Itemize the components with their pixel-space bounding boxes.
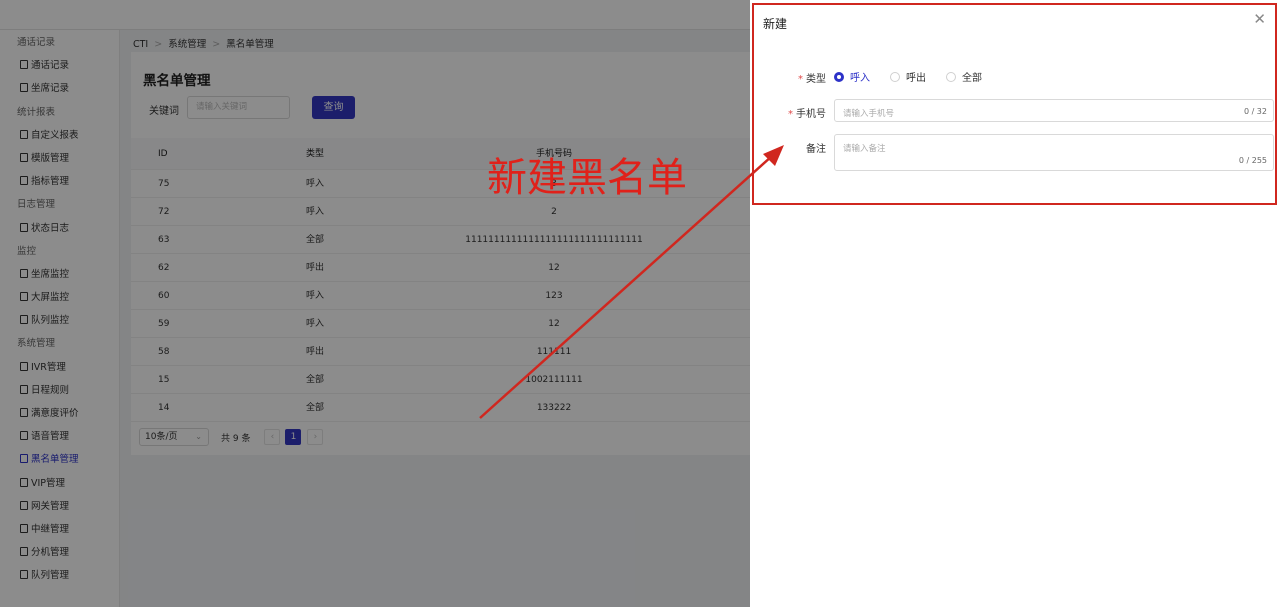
- annotation-label: 新建黑名单: [487, 155, 687, 201]
- annotation-arrow: [479, 145, 784, 419]
